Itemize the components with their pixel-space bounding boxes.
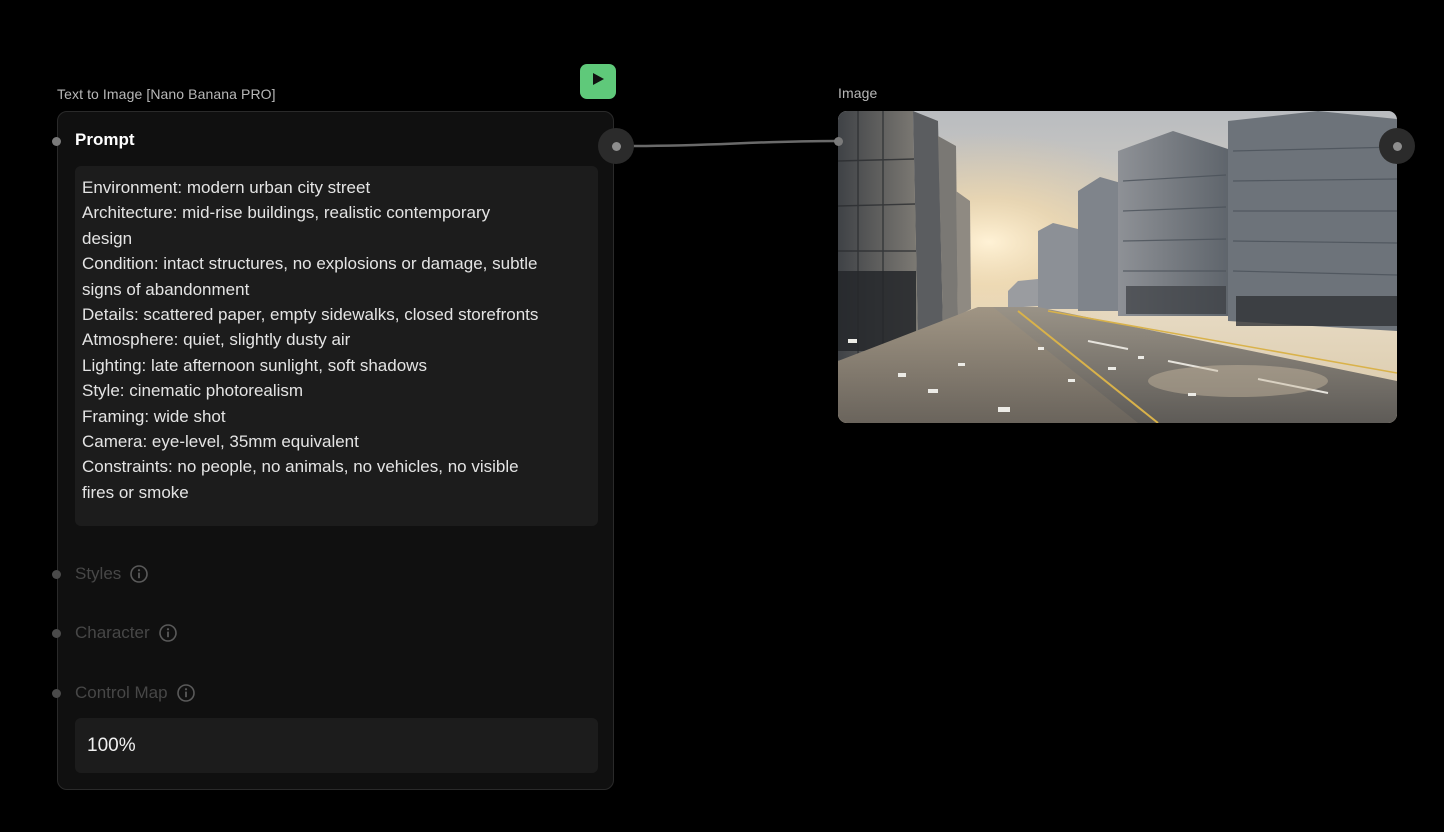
character-input-port[interactable] bbox=[52, 629, 61, 638]
port-dot bbox=[1392, 141, 1402, 151]
info-icon[interactable] bbox=[176, 683, 196, 703]
control-strength-value: 100% bbox=[87, 734, 136, 756]
image-node-title: Image bbox=[838, 85, 878, 101]
prompt-line: Style: cinematic photorealism bbox=[82, 381, 304, 401]
port-dot bbox=[611, 141, 621, 151]
prompt-label: Prompt bbox=[75, 130, 135, 150]
run-button[interactable] bbox=[580, 64, 616, 99]
prompt-line: Condition: intact structures, no explosi… bbox=[82, 254, 538, 274]
styles-label-text: Styles bbox=[75, 564, 122, 583]
info-icon[interactable] bbox=[158, 623, 178, 643]
street-scene-image bbox=[838, 111, 1397, 423]
prompt-line: Constraints: no people, no animals, no v… bbox=[82, 457, 519, 477]
prompt-label-text: Prompt bbox=[75, 130, 135, 149]
prompt-line: Atmosphere: quiet, slightly dusty air bbox=[82, 330, 351, 350]
prompt-line: Architecture: mid-rise buildings, realis… bbox=[82, 203, 491, 223]
prompt-line: Lighting: late afternoon sunlight, soft … bbox=[82, 355, 427, 375]
prompt-line: Camera: eye-level, 35mm equivalent bbox=[82, 432, 359, 452]
control-map-label-text: Control Map bbox=[75, 683, 168, 702]
generated-image[interactable] bbox=[838, 111, 1397, 423]
character-label-text: Character bbox=[75, 623, 150, 642]
styles-input-port[interactable] bbox=[52, 570, 61, 579]
control-map-input-port[interactable] bbox=[52, 689, 61, 698]
play-icon bbox=[591, 72, 605, 91]
control-map-label: Control Map bbox=[75, 683, 196, 703]
prompt-line: design bbox=[82, 228, 133, 248]
prompt-input-port[interactable] bbox=[52, 137, 61, 146]
prompt-line: signs of abandonment bbox=[82, 279, 250, 299]
image-output-port[interactable] bbox=[1379, 128, 1415, 164]
prompt-line: Framing: wide shot bbox=[82, 406, 226, 426]
prompt-line: Details: scattered paper, empty sidewalk… bbox=[82, 305, 539, 325]
workflow-canvas[interactable]: Text to Image [Nano Banana PRO] Prompt E… bbox=[0, 0, 1444, 832]
prompt-line: fires or smoke bbox=[82, 482, 189, 502]
image-input-port[interactable] bbox=[834, 137, 843, 146]
text-to-image-node-title: Text to Image [Nano Banana PRO] bbox=[57, 86, 276, 102]
prompt-textarea[interactable]: Environment: modern urban city street Ar… bbox=[75, 166, 598, 526]
styles-label: Styles bbox=[75, 564, 149, 584]
prompt-line: Environment: modern urban city street bbox=[82, 178, 371, 197]
character-label: Character bbox=[75, 623, 178, 643]
text-to-image-output-port[interactable] bbox=[598, 128, 634, 164]
info-icon[interactable] bbox=[129, 564, 149, 584]
control-strength-input[interactable]: 100% bbox=[75, 718, 598, 773]
